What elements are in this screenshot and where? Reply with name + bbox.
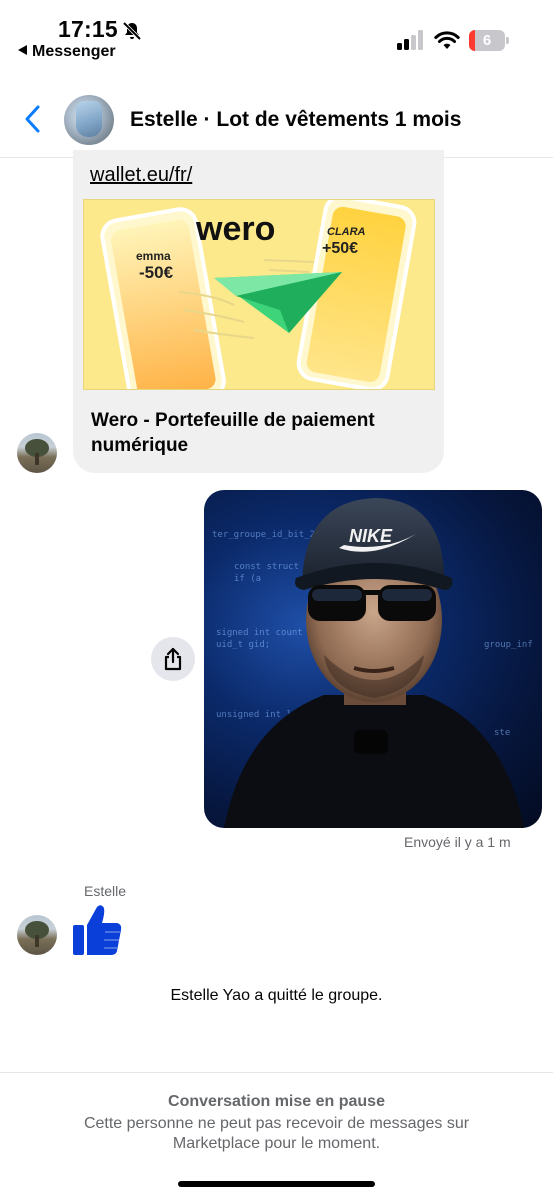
tree-trunk (35, 453, 39, 465)
home-indicator[interactable] (178, 1181, 375, 1187)
tree-trunk (35, 935, 39, 947)
thumbs-up-icon[interactable] (71, 903, 123, 957)
wifi-icon (434, 31, 460, 49)
battery-icon: 6 (469, 30, 509, 51)
sender-name: Estelle (84, 883, 127, 899)
status-time: 17:15 (58, 16, 118, 42)
link-url[interactable]: wallet.eu/fr/ (90, 164, 192, 187)
left-phone-amount: -50€ (139, 263, 174, 282)
cap-logo: NIKE (349, 526, 393, 546)
clothing-photo (76, 101, 102, 137)
bell-slash-icon (122, 21, 142, 41)
wero-illustration: wero emma -50€ CLARA +50€ (100, 200, 417, 389)
footer-text: Cette personne ne peut pas recevoir de m… (83, 1115, 470, 1152)
back-triangle-icon (18, 45, 27, 55)
group-avatar[interactable] (64, 95, 114, 145)
person-illustration: NIKE (224, 498, 524, 828)
signal-icon (397, 30, 423, 50)
battery-tip (506, 37, 509, 44)
chevron-left-icon[interactable] (22, 104, 44, 134)
status-bar: 17:15 Messenger 6 (0, 0, 553, 70)
right-phone-amount: +50€ (322, 240, 358, 257)
left-phone-name: emma (136, 249, 171, 263)
back-app-label: Messenger (32, 43, 116, 60)
battery-fill (469, 30, 475, 51)
link-preview-card[interactable]: wallet.eu/fr/ wero emma -50€ CLARA +50€ … (73, 150, 444, 473)
avatar-estelle[interactable] (17, 915, 57, 955)
link-preview-image[interactable]: wero emma -50€ CLARA +50€ (83, 199, 435, 390)
share-icon (164, 647, 182, 671)
sent-status: Envoyé il y a 1 m (404, 834, 511, 850)
avatar-estelle[interactable] (17, 433, 57, 473)
link-title[interactable]: Wero - Portefeuille de paiement numériqu… (91, 408, 421, 458)
system-message: Estelle Yao a quitté le groupe. (170, 987, 383, 1004)
footer-title: Conversation mise en pause (168, 1093, 385, 1110)
right-phone-name: CLARA (327, 226, 366, 238)
share-button[interactable] (151, 637, 195, 681)
chat-title[interactable]: Estelle · Lot de vêtements 1 mois (130, 108, 461, 132)
chat-header: Estelle · Lot de vêtements 1 mois (0, 78, 553, 158)
wero-logo: wero (195, 210, 275, 248)
back-to-app-link[interactable]: Messenger (18, 43, 116, 61)
sent-photo[interactable]: ter_groupe_id_bit_2; const struct if (a … (204, 490, 542, 828)
